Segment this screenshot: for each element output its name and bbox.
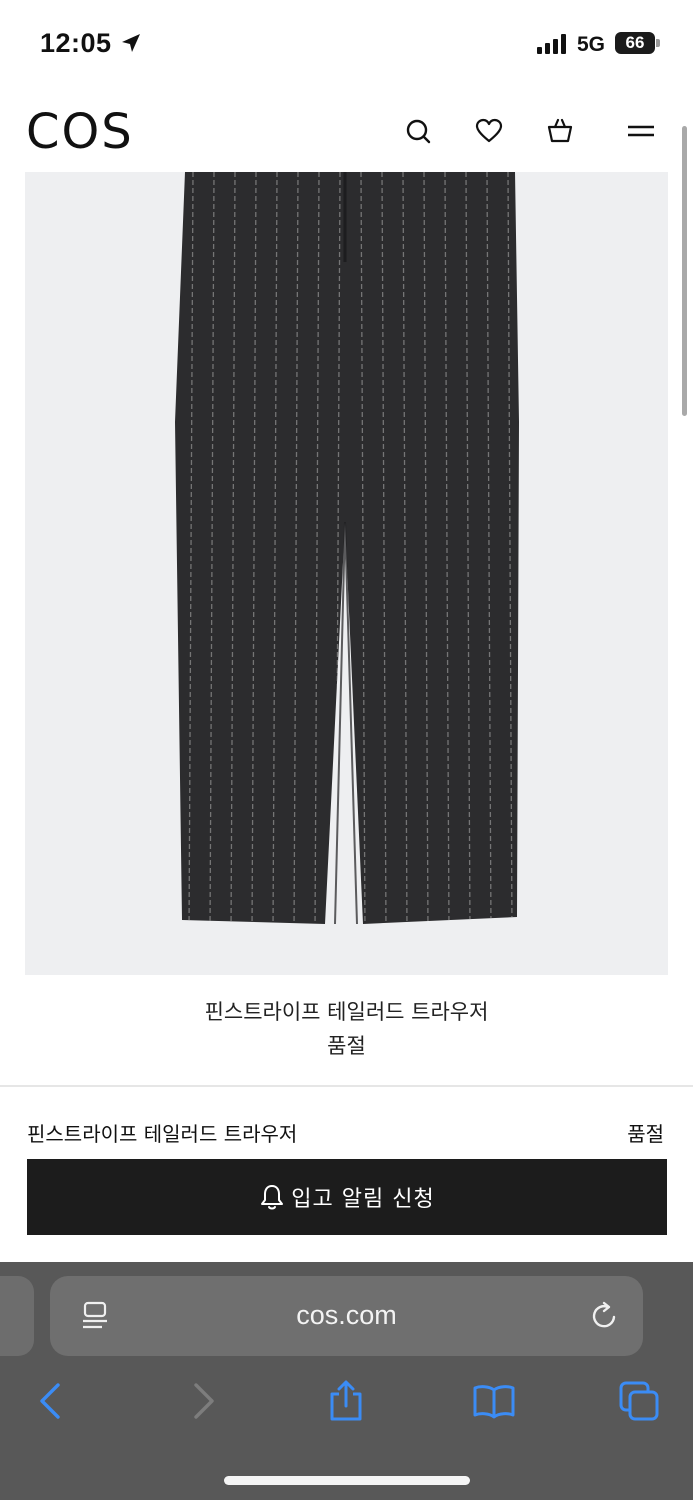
status-time: 12:05	[40, 28, 112, 58]
address-bar[interactable]: cos.com	[50, 1276, 643, 1356]
reload-icon[interactable]	[590, 1300, 620, 1332]
menu-icon[interactable]	[626, 116, 656, 146]
notify-restock-label: 입고 알림 신청	[291, 1187, 435, 1212]
forward-icon[interactable]	[182, 1380, 222, 1422]
back-icon[interactable]	[32, 1380, 72, 1422]
location-arrow-icon	[120, 32, 142, 54]
sticky-stock-status: 품절	[627, 1122, 664, 1146]
battery-icon: 66	[615, 32, 661, 56]
product-title[interactable]: 핀스트라이프 테일러드 트라우저	[0, 996, 693, 1026]
search-icon[interactable]	[403, 116, 433, 146]
product-stock-status: 품절	[327, 1034, 366, 1058]
divider	[0, 1085, 693, 1087]
tabs-icon[interactable]	[618, 1380, 659, 1422]
scrollbar[interactable]	[682, 126, 687, 416]
shopping-bag-icon[interactable]	[545, 116, 575, 146]
bookmarks-icon[interactable]	[472, 1380, 515, 1422]
url-text: cos.com	[296, 1300, 397, 1330]
signal-icon	[537, 34, 569, 54]
battery-level: 66	[625, 33, 645, 52]
network-type: 5G	[577, 33, 606, 56]
cos-logo[interactable]: COS	[26, 104, 134, 160]
notify-restock-button[interactable]: 입고 알림 신청	[27, 1159, 667, 1235]
previous-tab-preview[interactable]	[0, 1276, 34, 1356]
browser-toolbar: cos.com	[0, 1262, 693, 1500]
bell-icon	[259, 1183, 285, 1211]
home-indicator	[224, 1476, 470, 1485]
share-icon[interactable]	[326, 1380, 366, 1422]
sticky-product-name: 핀스트라이프 테일러드 트라우저	[27, 1122, 298, 1146]
trousers-illustration	[175, 172, 519, 925]
status-bar: 12:05 5G 66	[0, 0, 693, 88]
product-image[interactable]	[25, 172, 668, 975]
wishlist-heart-icon[interactable]	[474, 116, 504, 146]
site-header: COS	[0, 88, 693, 172]
